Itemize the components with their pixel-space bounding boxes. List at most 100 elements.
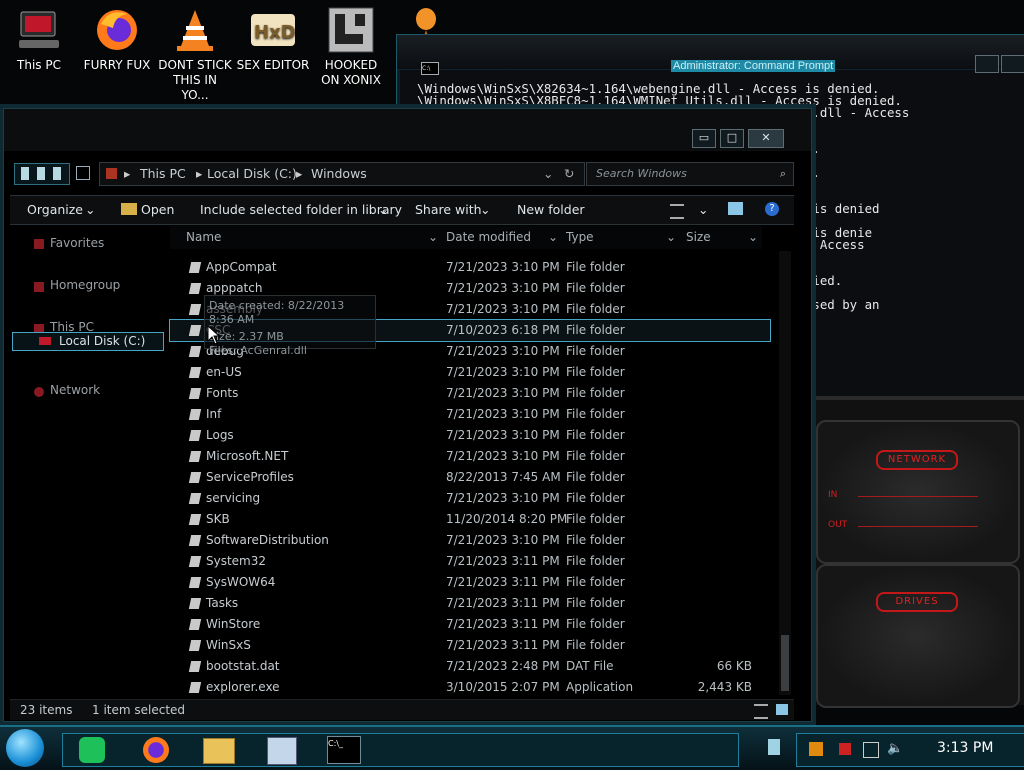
address-bar[interactable]: ▸ This PC ▸ Local Disk (C:) ▸ Windows ⌄ …	[99, 162, 585, 186]
action-center-icon[interactable]	[839, 743, 851, 755]
nav-local-disk[interactable]: Local Disk (C:)	[59, 334, 145, 348]
desktop-icon-hxd[interactable]: HxD SEX EDITOR	[236, 6, 310, 73]
network-status-icon[interactable]	[863, 742, 879, 758]
file-row[interactable]: WinStore 7/21/2023 3:11 PM File folder	[170, 614, 770, 635]
desktop-icon-vlc[interactable]: DONT STICK THIS IN YO...	[158, 6, 232, 103]
nav-homegroup[interactable]: Homegroup	[50, 278, 120, 292]
network-in-label: IN	[828, 490, 838, 500]
file-row[interactable]: Microsoft.NET 7/21/2023 3:10 PM File folde…	[170, 446, 770, 467]
search-box[interactable]: Search Windows ⌕	[586, 162, 794, 186]
file-row[interactable]: en-US 7/21/2023 3:10 PM File folder	[170, 362, 770, 383]
task-band: C:\_	[62, 733, 739, 767]
file-date: 7/21/2023 3:11 PM	[446, 638, 560, 652]
cmd-restore-button[interactable]	[975, 55, 999, 73]
desktop-icon-firefox[interactable]: FURRY FUX	[80, 6, 154, 73]
organize-button[interactable]: Organize	[27, 196, 83, 223]
file-row[interactable]: WinSxS 7/21/2023 3:11 PM File folder	[170, 635, 770, 656]
chevron-down-icon[interactable]: ⌄	[666, 226, 676, 249]
file-row[interactable]: ServiceProfiles 8/22/2013 7:45 AM File fol…	[170, 467, 770, 488]
file-row[interactable]: servicing 7/21/2023 3:10 PM File folder	[170, 488, 770, 509]
file-row[interactable]: AppCompat 7/21/2023 3:10 PM File folder	[170, 257, 770, 278]
tray-app-icon[interactable]	[809, 742, 823, 756]
explorer-title-bar[interactable]: ▭ □ ✕	[4, 109, 811, 151]
file-row[interactable]: explorer.exe 3/10/2015 2:07 PM Application…	[170, 677, 770, 698]
refresh-icon[interactable]: ↻	[564, 163, 574, 185]
search-icon[interactable]: ⌕	[780, 163, 786, 185]
breadcrumb-windows[interactable]: Windows	[311, 163, 367, 185]
help-icon[interactable]: ?	[765, 202, 779, 216]
column-date[interactable]: Date modified	[446, 226, 531, 249]
preview-pane-icon[interactable]	[728, 202, 743, 215]
chevron-down-icon[interactable]: ⌄	[85, 196, 95, 223]
file-name: Microsoft.NET	[206, 449, 289, 463]
cmd-close-button[interactable]	[1001, 55, 1024, 73]
restore-button[interactable]: □	[720, 129, 744, 148]
file-icon	[188, 661, 202, 672]
folder-icon	[188, 598, 202, 609]
new-folder-button[interactable]: New folder	[517, 196, 585, 223]
nav-favorites[interactable]: Favorites	[50, 236, 104, 250]
nav-local-disk-selected[interactable]: Local Disk (C:)	[12, 332, 164, 351]
file-name: Logs	[206, 428, 234, 442]
network-out-label: OUT	[828, 520, 848, 530]
back-forward-buttons[interactable]	[14, 163, 70, 185]
view-options-icon[interactable]	[670, 204, 684, 219]
file-row[interactable]: SKB 11/20/2014 8:20 PM File folder	[170, 509, 770, 530]
nav-network[interactable]: Network	[50, 383, 100, 397]
chevron-down-icon[interactable]: ⌄	[548, 226, 558, 249]
large-icons-view-icon[interactable]	[776, 704, 788, 715]
details-view-icon[interactable]	[754, 704, 768, 719]
history-icon[interactable]	[53, 167, 61, 180]
file-row[interactable]: Tasks 7/21/2023 3:11 PM File folder	[170, 593, 770, 614]
cmd-title-bar[interactable]: C:\ Administrator: Command Prompt	[397, 35, 1024, 75]
include-in-library-button[interactable]: Include selected folder in library	[200, 196, 402, 223]
chevron-down-icon[interactable]: ⌄	[480, 196, 490, 223]
file-row[interactable]: Logs 7/21/2023 3:10 PM File folder	[170, 425, 770, 446]
breadcrumb-local-disk[interactable]: Local Disk (C:)	[207, 163, 297, 185]
forward-icon[interactable]	[37, 167, 45, 180]
chevron-down-icon[interactable]: ⌄	[378, 196, 388, 223]
orange-balloon-icon[interactable]	[414, 8, 438, 36]
scrollbar-thumb[interactable]	[781, 635, 789, 691]
file-row[interactable]: SoftwareDistribution 7/21/2023 3:10 PM Fil…	[170, 530, 770, 551]
desktop-icon-xonix[interactable]: HOOKED ON XONIX	[314, 6, 388, 88]
open-button[interactable]: Open	[141, 196, 174, 223]
file-explorer-icon[interactable]	[203, 738, 235, 764]
vertical-scrollbar[interactable]	[779, 251, 791, 695]
file-row[interactable]: Inf 7/21/2023 3:10 PM File folder	[170, 404, 770, 425]
notes-app-icon[interactable]	[79, 737, 105, 763]
chevron-down-icon[interactable]: ⌄	[698, 196, 708, 223]
up-icon[interactable]	[76, 166, 90, 180]
column-name[interactable]: Name	[186, 226, 221, 249]
file-row[interactable]: Fonts 7/21/2023 3:10 PM File folder	[170, 383, 770, 404]
chevron-down-icon[interactable]: ⌄	[748, 226, 758, 249]
command-prompt-icon[interactable]: C:\_	[327, 736, 361, 764]
volume-icon[interactable]: 🔈	[887, 741, 903, 756]
file-explorer-window[interactable]: ▭ □ ✕ ▸ This PC ▸ Local Disk (C:) ▸ Wind…	[3, 108, 812, 722]
column-type[interactable]: Type	[566, 226, 594, 249]
desktop-icon-this-pc[interactable]: This PC	[2, 6, 76, 73]
firefox-icon[interactable]	[143, 737, 169, 763]
local-disk-icon	[39, 337, 51, 345]
clock[interactable]: 3:13 PM	[937, 740, 993, 756]
file-date: 7/21/2023 3:11 PM	[446, 554, 560, 568]
remote-desktop-icon[interactable]	[267, 737, 297, 765]
file-row[interactable]: SysWOW64 7/21/2023 3:11 PM File folder	[170, 572, 770, 593]
minimize-button[interactable]: ▭	[692, 129, 716, 148]
start-button[interactable]	[6, 729, 44, 767]
network-out-graph	[858, 526, 978, 527]
file-row[interactable]: bootstat.dat 7/21/2023 2:48 PM DAT File 66 …	[170, 656, 770, 677]
search-input[interactable]: Search Windows	[596, 163, 687, 185]
breadcrumb-this-pc[interactable]: This PC	[140, 163, 186, 185]
show-desktop-icon[interactable]	[768, 739, 780, 755]
chevron-down-icon[interactable]: ⌄	[428, 226, 438, 249]
close-button[interactable]: ✕	[748, 129, 784, 148]
folder-icon	[188, 430, 202, 441]
file-row[interactable]: System32 7/21/2023 3:11 PM File folder	[170, 551, 770, 572]
back-icon[interactable]	[21, 167, 29, 180]
file-date: 7/21/2023 3:10 PM	[446, 281, 560, 295]
file-date: 7/21/2023 3:10 PM	[446, 533, 560, 547]
chevron-down-icon[interactable]: ⌄	[543, 163, 553, 185]
share-with-button[interactable]: Share with	[415, 196, 482, 223]
column-size[interactable]: Size	[686, 226, 711, 249]
